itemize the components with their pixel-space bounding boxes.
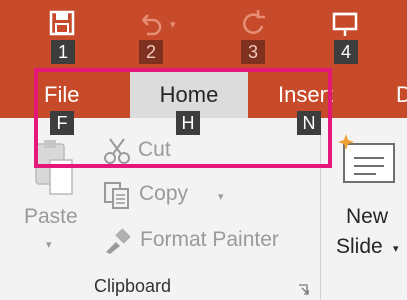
paintbrush-icon — [106, 228, 131, 254]
clipboard-group-label: Clipboard — [94, 276, 172, 296]
new-slide-icon[interactable] — [338, 132, 398, 190]
key-tip-1: 1 — [51, 40, 75, 64]
save-icon[interactable] — [47, 8, 77, 38]
key-tip-2: 2 — [139, 40, 163, 64]
copy-dropdown-icon[interactable]: ▾ — [218, 190, 224, 203]
tab-design-partial[interactable]: D — [396, 72, 407, 118]
copy-button[interactable]: Copy — [139, 182, 188, 206]
new-slide-dropdown-icon[interactable]: ▾ — [393, 242, 399, 255]
redo-icon[interactable] — [238, 8, 268, 38]
dialog-launcher-icon[interactable] — [298, 284, 310, 296]
undo-dropdown-icon[interactable]: ▾ — [170, 18, 176, 31]
new-slide-label-line2[interactable]: Slide — [336, 235, 383, 259]
key-tip-4: 4 — [334, 40, 358, 64]
slideshow-icon[interactable] — [330, 8, 360, 38]
undo-icon[interactable] — [135, 8, 165, 38]
paste-button[interactable]: Paste — [24, 205, 78, 229]
copy-icon — [104, 182, 129, 209]
format-painter-button[interactable]: Format Painter — [140, 228, 279, 252]
highlight-box — [34, 68, 332, 168]
key-tip-3: 3 — [241, 40, 265, 64]
new-slide-label[interactable]: New — [346, 205, 388, 229]
paste-dropdown-icon[interactable]: ▾ — [46, 238, 52, 251]
